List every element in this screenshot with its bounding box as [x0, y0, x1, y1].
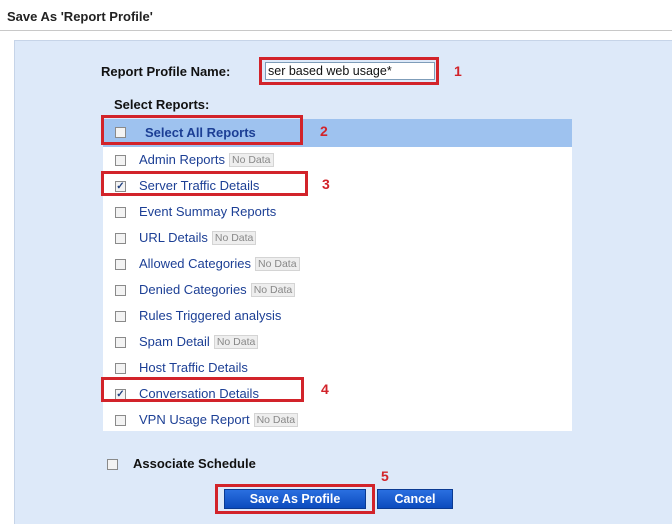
report-row-url-details[interactable]: URL Details No Data	[103, 225, 572, 251]
checkbox-rules-triggered[interactable]	[115, 311, 126, 322]
report-row-rules-triggered[interactable]: Rules Triggered analysis	[103, 303, 572, 329]
report-row-denied-categories[interactable]: Denied Categories No Data	[103, 277, 572, 303]
associate-schedule-checkbox[interactable]	[107, 459, 118, 470]
report-label-event-summary[interactable]: Event Summay Reports	[139, 204, 276, 219]
no-data-badge: No Data	[253, 413, 299, 427]
annotation-box-3	[101, 171, 308, 196]
annotation-number-1: 1	[454, 63, 462, 79]
report-row-vpn-usage[interactable]: VPN Usage Report No Data	[103, 407, 572, 433]
cancel-button[interactable]: Cancel	[377, 489, 453, 509]
report-row-allowed-categories[interactable]: Allowed Categories No Data	[103, 251, 572, 277]
annotation-number-3: 3	[322, 176, 330, 192]
checkbox-allowed-categories[interactable]	[115, 259, 126, 270]
annotation-number-2: 2	[320, 123, 328, 139]
no-data-badge: No Data	[213, 335, 259, 349]
report-label-url-details[interactable]: URL Details No Data	[139, 230, 257, 245]
annotation-number-5: 5	[381, 468, 389, 484]
report-row-spam-detail[interactable]: Spam Detail No Data	[103, 329, 572, 355]
no-data-badge: No Data	[250, 283, 296, 297]
annotation-box-2	[101, 115, 303, 145]
report-label-admin[interactable]: Admin Reports No Data	[139, 152, 274, 167]
annotation-box-5	[215, 484, 375, 514]
no-data-badge: No Data	[211, 231, 257, 245]
associate-schedule-label[interactable]: Associate Schedule	[133, 456, 256, 471]
report-label-spam-detail[interactable]: Spam Detail No Data	[139, 334, 259, 349]
checkbox-admin-reports[interactable]	[115, 155, 126, 166]
annotation-number-4: 4	[321, 381, 329, 397]
report-label-host-traffic[interactable]: Host Traffic Details	[139, 360, 248, 375]
checkbox-host-traffic[interactable]	[115, 363, 126, 374]
profile-name-label: Report Profile Name:	[101, 64, 231, 79]
no-data-badge: No Data	[228, 153, 274, 167]
annotation-box-1	[259, 57, 439, 85]
annotation-box-4	[101, 377, 304, 402]
checkbox-denied-categories[interactable]	[115, 285, 126, 296]
checkbox-event-summary[interactable]	[115, 207, 126, 218]
report-row-admin[interactable]: Admin Reports No Data	[103, 147, 572, 173]
report-label-allowed-categories[interactable]: Allowed Categories No Data	[139, 256, 300, 271]
report-row-event-summary[interactable]: Event Summay Reports	[103, 199, 572, 225]
title-divider	[0, 30, 672, 31]
select-reports-label: Select Reports:	[114, 97, 210, 112]
checkbox-url-details[interactable]	[115, 233, 126, 244]
report-label-rules-triggered[interactable]: Rules Triggered analysis	[139, 308, 281, 323]
no-data-badge: No Data	[255, 257, 300, 271]
report-label-vpn-usage[interactable]: VPN Usage Report No Data	[139, 412, 299, 427]
page-title: Save As 'Report Profile'	[7, 9, 153, 24]
checkbox-vpn-usage[interactable]	[115, 415, 126, 426]
checkbox-spam-detail[interactable]	[115, 337, 126, 348]
report-label-denied-categories[interactable]: Denied Categories No Data	[139, 282, 296, 297]
